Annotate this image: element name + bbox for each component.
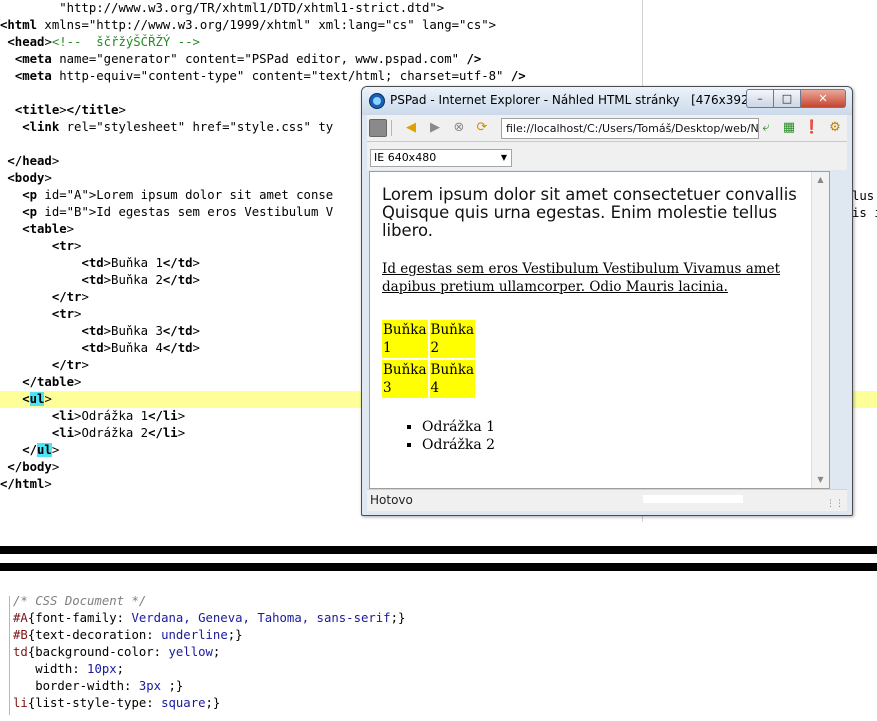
code-line: <html xmlns="http://www.w3.org/1999/xhtm… (0, 18, 497, 32)
table-cell: Buňka 4 (429, 360, 476, 398)
window-title: PSPad - Internet Explorer - Náhled HTML … (390, 93, 754, 107)
search-settings-icon[interactable]: ⚙ (826, 119, 844, 137)
css-border-line: border-width: 3px ;} (35, 679, 184, 693)
css-rule-li: li{list-style-type: square;} (13, 696, 221, 710)
maximize-button[interactable]: □ (774, 89, 801, 108)
code-line: <td>Buňka 3</td> (81, 324, 200, 338)
code-line: <li>Odrážka 2</li> (51, 426, 186, 440)
html-preview-window: PSPad - Internet Explorer - Náhled HTML … (361, 86, 853, 516)
css-gutter (9, 596, 10, 715)
paragraph-a: Lorem ipsum dolor sit amet consectetuer … (382, 185, 797, 240)
code-line: <tr> (51, 239, 82, 253)
preview-list: Odrážka 1 Odrážka 2 (382, 418, 822, 454)
code-line: <p id="B">Id egestas sem eros Vestibulum… (22, 205, 334, 219)
separator-bar (0, 546, 877, 554)
preview-size-bar: IE 640x480 ▼ (367, 142, 847, 170)
list-item: Odrážka 1 (422, 418, 822, 436)
preview-size-select[interactable]: IE 640x480 ▼ (370, 149, 512, 167)
stop-icon[interactable] (369, 119, 387, 137)
close-button[interactable]: ✕ (801, 89, 846, 108)
preview-table: Buňka 1 Buňka 2 Buňka 3 Buňka 4 (380, 318, 477, 400)
status-text: Hotovo (370, 493, 413, 507)
list-item: Odrážka 2 (422, 436, 822, 454)
table-cell: Buňka 1 (382, 320, 428, 358)
code-line: <tr> (51, 307, 82, 321)
css-rule-td: td{background-color: yellow; (13, 645, 221, 659)
code-line: <meta http-equiv="content-type" content=… (14, 69, 526, 83)
code-line: </table> (22, 375, 82, 389)
code-line: <td>Buňka 1</td> (81, 256, 200, 270)
vertical-scrollbar[interactable]: ▲ ▼ (811, 172, 829, 488)
table-cell: Buňka 2 (429, 320, 476, 358)
preview-page: Lorem ipsum dolor sit amet consectetuer … (369, 171, 830, 489)
code-line: <head><!-- ščřžýŠČŘŽÝ --> (7, 35, 200, 49)
go-arrow-icon[interactable]: ⤶ (757, 119, 775, 137)
stop-loading-icon[interactable]: ⊗ (450, 119, 468, 137)
css-rule-a: #A{font-family: Verdana, Geneva, Tahoma,… (13, 611, 406, 625)
code-line: <li>Odrážka 1</li> (51, 409, 186, 423)
window-title-bar[interactable]: PSPad - Internet Explorer - Náhled HTML … (362, 87, 852, 115)
code-line: </tr> (51, 290, 89, 304)
code-overflow-fragment: is i (852, 206, 877, 220)
code-line: </head> (7, 154, 60, 168)
css-comment: /* CSS Document */ (13, 594, 147, 608)
code-line: <td>Buňka 4</td> (81, 341, 200, 355)
chevron-down-icon: ▼ (500, 153, 507, 162)
table-row: Buňka 3 Buňka 4 (382, 360, 476, 398)
error-icon[interactable]: ❗ (803, 119, 821, 137)
css-width-line: width: 10px; (35, 662, 125, 676)
scroll-down-icon[interactable]: ▼ (812, 472, 829, 488)
toolbar-separator (391, 120, 392, 136)
code-line: </tr> (51, 358, 89, 372)
internet-explorer-icon (369, 93, 385, 109)
code-line: </body> (7, 460, 60, 474)
code-line: "http://www.w3.org/TR/xhtml1/DTD/xhtml1-… (0, 1, 445, 15)
status-bar: Hotovo ⋮⋮ (367, 489, 847, 511)
code-line: </html> (0, 477, 52, 491)
separator-bar (0, 563, 877, 571)
code-line: <table> (22, 222, 75, 236)
code-line: <td>Buňka 2</td> (81, 273, 200, 287)
refresh-icon[interactable]: ⟳ (473, 119, 491, 137)
resize-grip-icon[interactable]: ⋮⋮ (826, 499, 844, 509)
table-cell: Buňka 3 (382, 360, 428, 398)
code-line: <link rel="stylesheet" href="style.css" … (22, 120, 334, 134)
paragraph-b: Id egestas sem eros Vestibulum Vestibulu… (382, 261, 781, 295)
status-panel (643, 495, 743, 503)
css-rule-b: #B{text-decoration: underline;} (13, 628, 243, 642)
scroll-up-icon[interactable]: ▲ (812, 172, 829, 188)
forward-icon[interactable]: ▶ (426, 119, 444, 137)
grid-icon[interactable]: ▦ (780, 119, 798, 137)
code-line: <title></title> (14, 103, 126, 117)
back-icon[interactable]: ◀ (402, 119, 420, 137)
code-line: <p id="A">Lorem ipsum dolor sit amet con… (22, 188, 334, 202)
address-field[interactable]: file://localhost/C:/Users/Tomáš/Desktop/… (501, 118, 759, 139)
code-line: <body> (7, 171, 52, 185)
table-row: Buňka 1 Buňka 2 (382, 320, 476, 358)
code-line: <meta name="generator" content="PSPad ed… (14, 52, 482, 66)
code-overflow-fragment: lus (852, 189, 875, 203)
code-line: <ul> (22, 392, 52, 406)
code-line: </ul> (22, 443, 60, 457)
minimize-button[interactable]: – (746, 89, 774, 108)
browser-toolbar: ◀ ▶ ⊗ ⟳ file://localhost/C:/Users/Tomáš/… (367, 115, 847, 142)
preview-size-value: IE 640x480 (374, 151, 437, 164)
